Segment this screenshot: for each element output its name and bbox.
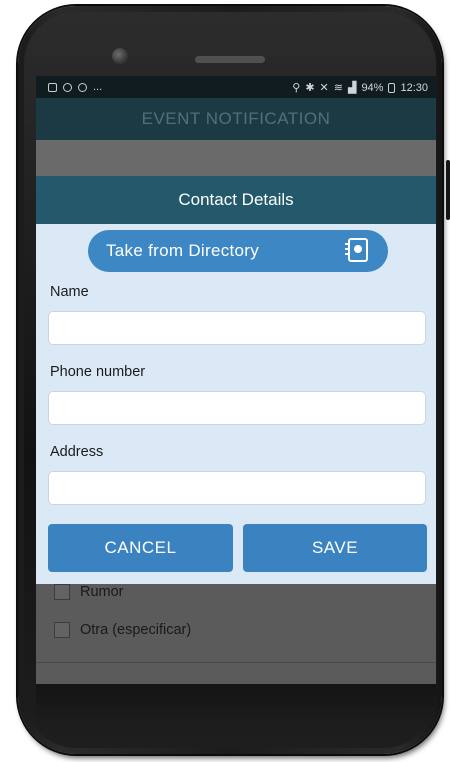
clock: 12:30 [400,81,428,94]
phone-side-button [446,160,450,220]
screen: ... ⚲ ✱ ✕ ≋ ▟ 94% 12:30 EVENT NOTIFICATI… [36,76,436,684]
option-label: Otra (especificar) [80,622,192,638]
notification-icon [63,82,72,92]
status-bar: ... ⚲ ✱ ✕ ≋ ▟ 94% 12:30 [36,76,436,98]
more-notifications: ... [93,81,103,93]
app-icon [78,82,87,92]
dialog-header: Contact Details [36,176,436,224]
background-form: Rumor Otra (especificar) [36,584,436,684]
contact-details-dialog: Contact Details Take from Directory Name… [36,176,436,584]
take-from-directory-button[interactable]: Take from Directory [88,230,388,272]
option-otra[interactable]: Otra (especificar) [54,622,191,638]
signal-icon: ▟ [347,82,357,94]
dialog-title: Contact Details [178,190,294,209]
mute-icon: ✕ [319,82,329,94]
checkbox[interactable] [54,584,70,600]
contact-person-glyph [354,245,362,253]
app-header: EVENT NOTIFICATION [36,98,436,140]
phone-number-field[interactable] [48,391,426,425]
address-label: Address [50,444,104,460]
contacts-book-icon [345,238,368,262]
cancel-button[interactable]: CANCEL [48,524,233,572]
option-rumor[interactable]: Rumor [54,584,124,600]
app-title: EVENT NOTIFICATION [141,109,331,128]
name-field[interactable] [48,311,426,345]
battery-percent: 94% [361,81,384,94]
checkbox[interactable] [54,622,70,638]
phone-bottom-bezel [36,684,436,724]
phone-label: Phone number [50,364,146,380]
bluetooth-icon: ✱ [305,82,315,94]
location-icon: ⚲ [292,82,301,94]
status-right: ⚲ ✱ ✕ ≋ ▟ 94% 12:30 [292,81,428,95]
name-label: Name [50,284,89,300]
divider [36,662,436,663]
option-label: Rumor [80,584,124,600]
address-field[interactable] [48,471,426,505]
battery-icon [388,82,396,93]
directory-button-label: Take from Directory [106,241,260,260]
front-camera [112,48,128,64]
earpiece-speaker [195,56,265,63]
status-left: ... [48,81,102,93]
save-button[interactable]: SAVE [243,524,427,572]
background-form-row [36,140,436,181]
wifi-icon: ≋ [333,82,343,94]
gallery-icon [48,82,57,92]
